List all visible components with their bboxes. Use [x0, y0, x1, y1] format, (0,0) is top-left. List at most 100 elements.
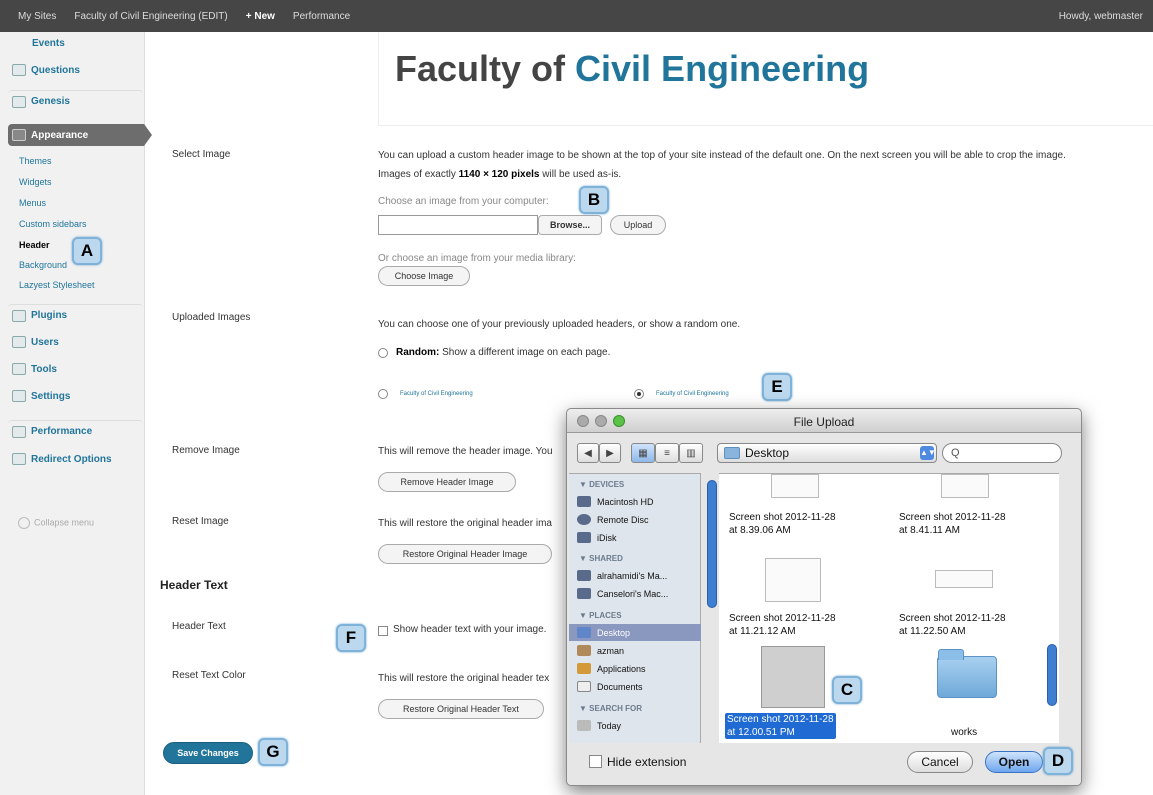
- sidebar-scrollbar[interactable]: [707, 480, 717, 608]
- file-item-1[interactable]: Screen shot 2012-11-28 at 8.39.06 AM: [729, 511, 836, 537]
- remove-header-image-button[interactable]: Remove Header Image: [378, 472, 516, 492]
- menu-settings[interactable]: Settings: [8, 385, 143, 407]
- menu-appearance-label: Appearance: [31, 129, 89, 141]
- menu-performance[interactable]: Performance: [8, 420, 143, 442]
- file-item-3[interactable]: Screen shot 2012-11-28 at 11.21.12 AM: [729, 612, 836, 638]
- file-name-line: Screen shot 2012-11-28: [729, 613, 836, 624]
- file-item-2[interactable]: Screen shot 2012-11-28 at 8.41.11 AM: [899, 511, 1006, 537]
- my-sites-link[interactable]: My Sites: [18, 11, 56, 22]
- place-desktop[interactable]: Desktop: [569, 624, 701, 641]
- menu-events[interactable]: Events: [8, 32, 143, 54]
- search-today[interactable]: Today: [577, 717, 695, 734]
- location-dropdown[interactable]: Desktop ▲▼: [717, 443, 937, 463]
- place-documents[interactable]: Documents: [577, 678, 695, 695]
- device-label: iDisk: [597, 532, 617, 543]
- cancel-button[interactable]: Cancel: [907, 751, 973, 773]
- site-name-link[interactable]: Faculty of Civil Engineering (EDIT): [74, 11, 227, 22]
- place-azman[interactable]: azman: [577, 642, 695, 659]
- browse-button[interactable]: Browse...: [538, 215, 602, 235]
- submenu-header[interactable]: Header: [19, 240, 50, 250]
- shared-computer-1[interactable]: alrahamidi's Ma...: [577, 567, 695, 584]
- dialog-title: File Upload: [793, 415, 855, 429]
- file-thumbnail[interactable]: [935, 570, 993, 588]
- file-name-line: Screen shot 2012-11-28: [729, 512, 836, 523]
- shared-label: Canselori's Mac...: [597, 588, 669, 599]
- device-idisk[interactable]: iDisk: [577, 529, 695, 546]
- shared-section: ▼ SHARED: [579, 554, 623, 563]
- folder-works[interactable]: works: [951, 726, 977, 739]
- show-header-text-checkbox[interactable]: [378, 626, 388, 636]
- hard-drive-icon: [577, 496, 591, 507]
- howdy-user[interactable]: Howdy, webmaster: [1059, 11, 1143, 22]
- redirect-icon: [12, 453, 26, 465]
- column-view-button[interactable]: ▥: [679, 443, 703, 463]
- file-scrollbar[interactable]: [1047, 644, 1057, 706]
- device-remote-disc[interactable]: Remote Disc: [577, 511, 695, 528]
- shared-computer-2[interactable]: Canselori's Mac...: [577, 585, 695, 602]
- show-header-text-label: Show header text with your image.: [393, 624, 547, 635]
- performance-icon: [12, 425, 26, 438]
- menu-questions[interactable]: Questions: [8, 59, 143, 81]
- file-item-4[interactable]: Screen shot 2012-11-28 at 11.22.50 AM: [899, 612, 1006, 638]
- performance-link[interactable]: Performance: [293, 11, 350, 22]
- choose-library-label: Or choose an image from your media libra…: [378, 253, 576, 264]
- header-option-1-radio[interactable]: [378, 389, 388, 399]
- submenu-widgets[interactable]: Widgets: [19, 177, 52, 187]
- new-content-link[interactable]: + New: [246, 11, 275, 22]
- reset-image-label: Reset Image: [172, 516, 229, 527]
- file-name-line: at 11.22.50 AM: [899, 626, 966, 637]
- list-view-button[interactable]: ≡: [655, 443, 679, 463]
- file-thumbnail[interactable]: [941, 474, 989, 498]
- admin-bar: My Sites Faculty of Civil Engineering (E…: [0, 0, 1153, 32]
- file-item-5-selected[interactable]: Screen shot 2012-11-28 at 12.00.51 PM: [725, 713, 836, 739]
- header-thumb-2[interactable]: Faculty of Civil Engineering: [656, 391, 729, 397]
- submenu-background[interactable]: Background: [19, 260, 67, 270]
- place-label: Documents: [597, 681, 643, 692]
- open-button[interactable]: Open: [985, 751, 1043, 773]
- header-text-label: Header Text: [172, 621, 226, 632]
- menu-performance-label: Performance: [31, 426, 93, 437]
- file-path-input[interactable]: [378, 215, 538, 235]
- hide-extension-checkbox[interactable]: [589, 755, 602, 768]
- submenu-themes[interactable]: Themes: [19, 156, 52, 166]
- header-preview: Faculty of Civil Engineering: [378, 32, 1153, 126]
- computer-icon: [577, 588, 591, 599]
- menu-appearance[interactable]: Appearance: [8, 124, 152, 146]
- collapse-menu[interactable]: Collapse menu: [18, 517, 94, 529]
- upload-button[interactable]: Upload: [610, 215, 666, 235]
- size-note-bold: 1140 × 120 pixels: [458, 169, 540, 180]
- header-thumb-1[interactable]: Faculty of Civil Engineering: [400, 391, 473, 397]
- menu-users[interactable]: Users: [8, 331, 143, 353]
- site-title-part1: Faculty of: [395, 48, 576, 89]
- restore-header-image-button[interactable]: Restore Original Header Image: [378, 544, 552, 564]
- menu-genesis[interactable]: Genesis: [8, 90, 143, 112]
- forward-arrow-icon[interactable]: ▶: [599, 443, 621, 463]
- back-arrow-icon[interactable]: ◀: [577, 443, 599, 463]
- place-applications[interactable]: Applications: [577, 660, 695, 677]
- dialog-titlebar[interactable]: File Upload: [567, 409, 1081, 433]
- restore-header-text-button[interactable]: Restore Original Header Text: [378, 699, 544, 719]
- file-thumbnail[interactable]: [771, 474, 819, 498]
- devices-section: ▼ DEVICES: [579, 480, 625, 489]
- choose-image-button[interactable]: Choose Image: [378, 266, 470, 286]
- computer-icon: [577, 570, 591, 581]
- header-option-2-radio[interactable]: [634, 389, 644, 399]
- icon-view-button[interactable]: ▦: [631, 443, 655, 463]
- folder-icon[interactable]: [937, 649, 997, 698]
- file-name-line: at 12.00.51 PM: [727, 727, 795, 738]
- random-radio[interactable]: [378, 348, 388, 358]
- menu-plugins[interactable]: Plugins: [8, 304, 143, 326]
- submenu-lazyest-stylesheet[interactable]: Lazyest Stylesheet: [19, 280, 95, 290]
- dialog-search-input[interactable]: Q: [942, 443, 1062, 463]
- menu-events-label: Events: [32, 37, 65, 49]
- device-macintosh-hd[interactable]: Macintosh HD: [577, 493, 695, 510]
- submenu-menus[interactable]: Menus: [19, 198, 46, 208]
- random-option-label: Random: Show a different image on each p…: [396, 347, 610, 358]
- menu-tools[interactable]: Tools: [8, 358, 143, 380]
- menu-redirect-options[interactable]: Redirect Options: [8, 448, 143, 470]
- file-thumbnail[interactable]: [765, 558, 821, 602]
- selected-file-thumbnail[interactable]: [761, 646, 825, 708]
- submenu-custom-sidebars[interactable]: Custom sidebars: [19, 219, 87, 229]
- remove-image-label: Remove Image: [172, 445, 240, 456]
- save-changes-button[interactable]: Save Changes: [163, 742, 253, 764]
